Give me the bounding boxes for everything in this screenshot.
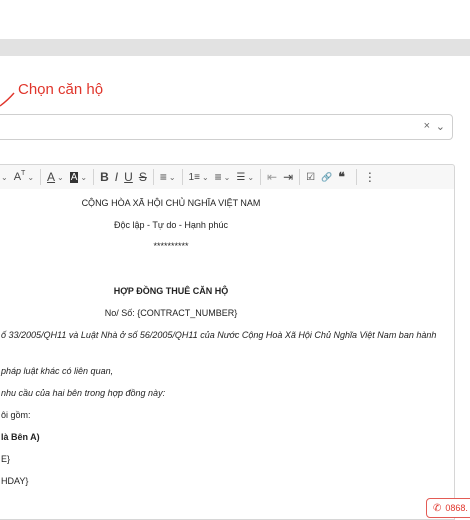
placeholder-field: E} (1, 454, 11, 464)
ordered-list-button[interactable]: 1≡ ⌄ (186, 168, 212, 186)
underline-button[interactable]: U (121, 168, 136, 186)
todo-list-button[interactable]: ☑ (303, 168, 318, 186)
bullet-list-icon: ≡ (214, 170, 222, 184)
apartment-select[interactable]: × ⌄ (0, 114, 453, 140)
editor-toolbar: ⌄ A T ⌄ A ⌄ A ⌄ B I U S ≡ ⌄ 1≡ ⌄ ≡ ⌄ ☰ ⌄ ⇤ ⇥ ☑ 🔗… (0, 164, 455, 190)
font-size-button[interactable]: A T ⌄ (11, 168, 37, 186)
document-nation: CỘNG HÒA XÃ HỘI CHỦ NGHĨA VIỆT NAM (81, 198, 261, 208)
align-icon: ≡ (159, 170, 167, 184)
link-button[interactable]: 🔗 (318, 168, 335, 186)
phone-button[interactable]: ✆ 0868. (426, 498, 470, 518)
text-color-button[interactable]: A ⌄ (44, 168, 67, 186)
ordered-list-icon: 1≡ (188, 171, 200, 183)
paragraph-dropdown-caret[interactable]: ⌄ (0, 168, 11, 186)
more-options-button[interactable]: ⋮ (360, 168, 379, 186)
strikethrough-button[interactable]: S (136, 168, 150, 186)
party-a-label: là Bên A) (1, 432, 40, 442)
phone-icon: ✆ (433, 502, 442, 514)
needs-statement: nhu cầu của hai bên trong hợp đồng này: (1, 388, 166, 398)
background-color-icon: A (69, 171, 79, 183)
blockquote-button[interactable]: ❝ (335, 168, 347, 186)
checklist-icon: ☰ (236, 171, 246, 183)
bullet-list-button[interactable]: ≡ ⌄ (212, 168, 234, 186)
document-title: HỢP ĐỒNG THUÊ CĂN HỘ (113, 286, 229, 296)
toolbar-divider (299, 169, 301, 185)
parties-intro: ôi gồm: (1, 410, 31, 420)
related-laws: pháp luật khác có liên quan, (1, 366, 114, 376)
font-size-icon: A (13, 171, 22, 183)
phone-number: 0868. (445, 503, 468, 513)
placeholder-field: HDAY} (1, 476, 29, 486)
checklist-button[interactable]: ☰ ⌄ (233, 168, 257, 186)
toolbar-divider (260, 169, 262, 185)
background-color-button[interactable]: A ⌄ (67, 168, 90, 186)
text-color-icon: A (47, 170, 56, 184)
annotation-label: Chọn căn hộ (18, 81, 104, 98)
law-reference: ố 33/2005/QH11 và Luật Nhà ở số 56/2005/… (1, 330, 437, 340)
clear-icon[interactable]: × (424, 120, 430, 132)
contract-number: No/ Số: {CONTRACT_NUMBER} (104, 308, 238, 318)
document-motto: Độc lập - Tự do - Hạnh phúc (114, 220, 228, 230)
chevron-down-icon[interactable]: ⌄ (436, 120, 445, 133)
outdent-button[interactable]: ⇤ (264, 168, 280, 186)
toolbar-divider (93, 169, 95, 185)
align-button[interactable]: ≡ ⌄ (157, 168, 179, 186)
toolbar-divider (355, 169, 357, 185)
toolbar-divider (152, 169, 154, 185)
italic-button[interactable]: I (112, 168, 121, 186)
document-separator: ********** (153, 241, 189, 251)
indent-button[interactable]: ⇥ (280, 168, 296, 186)
toolbar-divider (40, 169, 42, 185)
toolbar-divider (181, 169, 183, 185)
bold-button[interactable]: B (97, 168, 112, 186)
document-editor[interactable]: CỘNG HÒA XÃ HỘI CHỦ NGHĨA VIỆT NAM Độc l… (0, 189, 455, 520)
